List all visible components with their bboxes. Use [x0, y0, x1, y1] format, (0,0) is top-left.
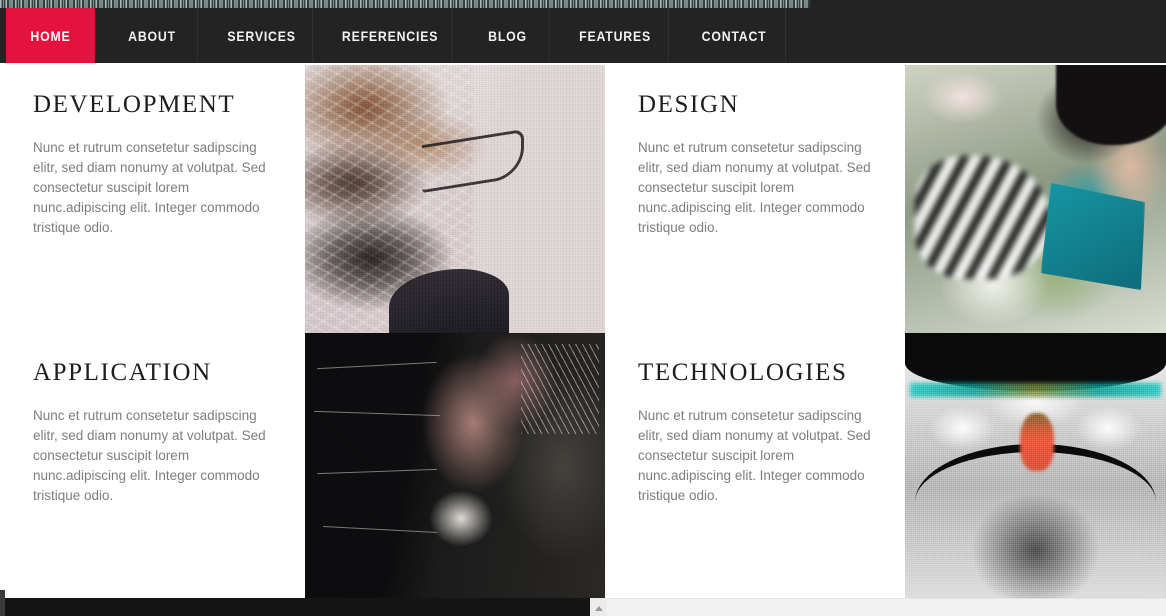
hair-shape	[1056, 65, 1166, 146]
cell-body-development: Nunc et rutrum consetetur sadipscing eli…	[33, 140, 266, 235]
header-background-texture	[0, 0, 810, 8]
grid-cell-image-boy[interactable]	[905, 65, 1166, 333]
grid-cell-development: DEVELOPMENT Nunc et rutrum consetetur sa…	[0, 63, 305, 331]
horizontal-scrollbar[interactable]	[590, 598, 1166, 616]
photo-shades	[905, 333, 1166, 598]
nav-label-blog: BLOG	[488, 27, 527, 44]
nav-item-blog[interactable]: BLOG	[467, 8, 550, 63]
nav-item-services[interactable]: SERVICES	[211, 8, 314, 63]
nav-empty-space	[815, 8, 1143, 63]
page-root: HOME ABOUT SERVICES REFERENCIES BLOG FEA…	[0, 0, 1166, 616]
main-navigation: HOME ABOUT SERVICES REFERENCIES BLOG FEA…	[0, 8, 1166, 63]
up-arrow-icon	[594, 605, 603, 611]
nav-item-about[interactable]: ABOUT	[107, 8, 198, 63]
scroll-up-button[interactable]	[590, 599, 607, 616]
grid-cell-image-shades[interactable]	[905, 333, 1166, 598]
nav-label-home: HOME	[30, 27, 71, 44]
nav-item-home[interactable]: HOME	[6, 8, 95, 63]
cell-title-design: DESIGN	[638, 91, 740, 118]
cell-title-development: DEVELOPMENT	[33, 91, 236, 118]
grid-cell-image-darkface[interactable]	[305, 333, 605, 598]
grid-cell-technologies: TECHNOLOGIES Nunc et rutrum consetetur s…	[605, 333, 905, 598]
grid-cell-design: DESIGN Nunc et rutrum consetetur sadipsc…	[605, 63, 905, 331]
nav-item-contact[interactable]: CONTACT	[683, 8, 786, 63]
grid-cell-image-paperface[interactable]	[305, 65, 605, 333]
nav-item-referencies[interactable]: REFERENCIES	[328, 8, 453, 63]
photo-boy	[905, 65, 1166, 333]
nav-label-referencies: REFERENCIES	[341, 27, 439, 44]
cell-body-technologies: Nunc et rutrum consetetur sadipscing eli…	[638, 408, 871, 503]
cell-title-technologies: TECHNOLOGIES	[638, 359, 848, 386]
nav-label-contact: CONTACT	[701, 27, 767, 44]
header-background-dark	[810, 0, 1166, 8]
nav-label-services: SERVICES	[227, 27, 296, 44]
photo-grain	[305, 333, 605, 598]
services-grid: DEVELOPMENT Nunc et rutrum consetetur sa…	[0, 63, 1166, 598]
photo-paperface	[305, 65, 605, 333]
nav-label-about: ABOUT	[128, 27, 176, 44]
photo-darkface	[305, 333, 605, 598]
photo-grain	[305, 65, 605, 333]
nav-item-features[interactable]: FEATURES	[562, 8, 669, 63]
cell-body-design: Nunc et rutrum consetetur sadipscing eli…	[638, 140, 871, 235]
cell-title-application: APPLICATION	[33, 359, 212, 386]
teal-shirt-shape	[1040, 182, 1146, 291]
stripe-pattern	[915, 156, 1052, 280]
nav-label-features: FEATURES	[579, 27, 651, 44]
cell-body-application: Nunc et rutrum consetetur sadipscing eli…	[33, 408, 266, 503]
left-edge-shadow	[0, 590, 5, 616]
photo-grain	[905, 333, 1166, 598]
footer-bar	[0, 598, 590, 616]
grid-cell-application: APPLICATION Nunc et rutrum consetetur sa…	[0, 333, 305, 598]
